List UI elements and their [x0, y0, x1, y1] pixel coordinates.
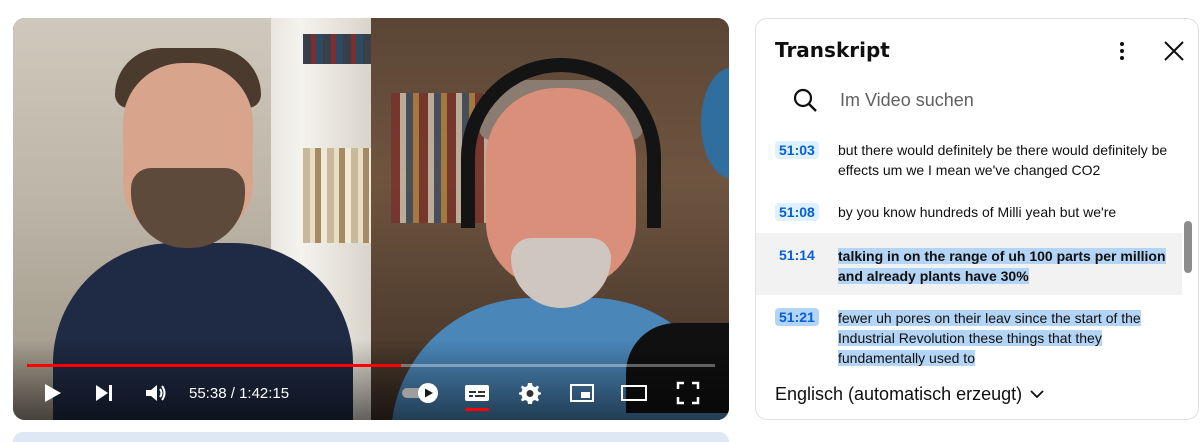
theater-mode-icon	[621, 385, 647, 401]
books	[303, 34, 371, 64]
transcript-segment[interactable]: 51:08 by you know hundreds of Milli yeah…	[756, 193, 1182, 233]
volume-icon	[146, 385, 166, 401]
segment-text-highlight: fewer uh pores on their leav since the s…	[838, 310, 1141, 366]
transcript-segment-active[interactable]: 51:14 talking in on the range of uh 100 …	[756, 233, 1182, 295]
fullscreen-icon	[676, 381, 700, 405]
subtitles-button[interactable]	[461, 378, 493, 411]
next-button[interactable]	[89, 378, 119, 408]
segment-timestamp[interactable]: 51:21	[775, 308, 819, 326]
current-time: 55:38	[189, 385, 227, 402]
next-icon	[96, 385, 112, 401]
segment-timestamp[interactable]: 51:03	[775, 141, 819, 159]
play-button[interactable]	[37, 378, 67, 408]
segment-text: fewer uh pores on their leav since the s…	[838, 308, 1168, 368]
miniplayer-button[interactable]	[567, 378, 597, 408]
transcript-segments: 51:03 but there would definitely be ther…	[756, 131, 1186, 375]
close-icon	[1164, 41, 1184, 61]
theater-mode-button[interactable]	[619, 378, 649, 408]
language-label: Englisch (automatisch erzeugt)	[775, 383, 1023, 404]
segment-text: but there would definitely be there woul…	[838, 142, 1168, 178]
subtitles-icon	[465, 385, 489, 401]
close-transcript-button[interactable]	[1162, 39, 1186, 63]
autoplay-toggle-icon	[402, 383, 438, 403]
headphones	[461, 58, 661, 228]
globe	[701, 68, 729, 178]
transcript-scrollbar[interactable]	[1184, 221, 1192, 273]
segment-timestamp[interactable]: 51:08	[775, 203, 819, 221]
chevron-down-icon	[1030, 390, 1044, 399]
autoplay-toggle[interactable]	[399, 378, 441, 408]
seek-bar[interactable]	[27, 364, 715, 367]
subtitles-active-indicator	[465, 408, 489, 411]
transcript-panel: Transkript 51:03 but there would definit…	[755, 18, 1199, 420]
below-player-banner	[13, 432, 729, 442]
settings-icon	[519, 383, 541, 404]
play-icon	[45, 384, 61, 402]
video-player[interactable]: 55:38 / 1:42:15	[13, 18, 729, 420]
player-controls: 55:38 / 1:42:15	[13, 370, 729, 416]
fullscreen-button[interactable]	[673, 378, 703, 408]
transcript-search-input[interactable]	[840, 85, 1140, 115]
transcript-segment[interactable]: 51:03 but there would definitely be ther…	[756, 131, 1182, 189]
seek-bar-progress	[27, 364, 402, 367]
duration: 1:42:15	[239, 385, 290, 402]
transcript-search	[776, 81, 1166, 121]
more-options-button[interactable]	[1110, 39, 1134, 63]
time-display: 55:38 / 1:42:15	[189, 385, 289, 402]
speaker-left-beard	[131, 168, 245, 248]
settings-button[interactable]	[515, 378, 545, 408]
segment-text-highlight: talking in on the range of uh 100 parts …	[838, 248, 1166, 284]
segment-text: by you know hundreds of Milli yeah but w…	[838, 204, 1117, 220]
time-separator: /	[226, 385, 240, 402]
segment-timestamp[interactable]: 51:14	[775, 246, 819, 264]
more-vertical-icon	[1120, 42, 1124, 60]
transcript-title: Transkript	[775, 38, 890, 62]
segment-text: talking in on the range of uh 100 parts …	[838, 246, 1168, 286]
language-selector[interactable]: Englisch (automatisch erzeugt)	[775, 381, 1044, 407]
books	[303, 148, 371, 243]
transcript-segment[interactable]: 51:21 fewer uh pores on their leav since…	[756, 297, 1182, 375]
miniplayer-icon	[570, 384, 594, 402]
search-icon[interactable]	[792, 87, 818, 113]
volume-button[interactable]	[141, 378, 171, 408]
page: 55:38 / 1:42:15 Transkript Im Video such…	[0, 0, 1200, 442]
